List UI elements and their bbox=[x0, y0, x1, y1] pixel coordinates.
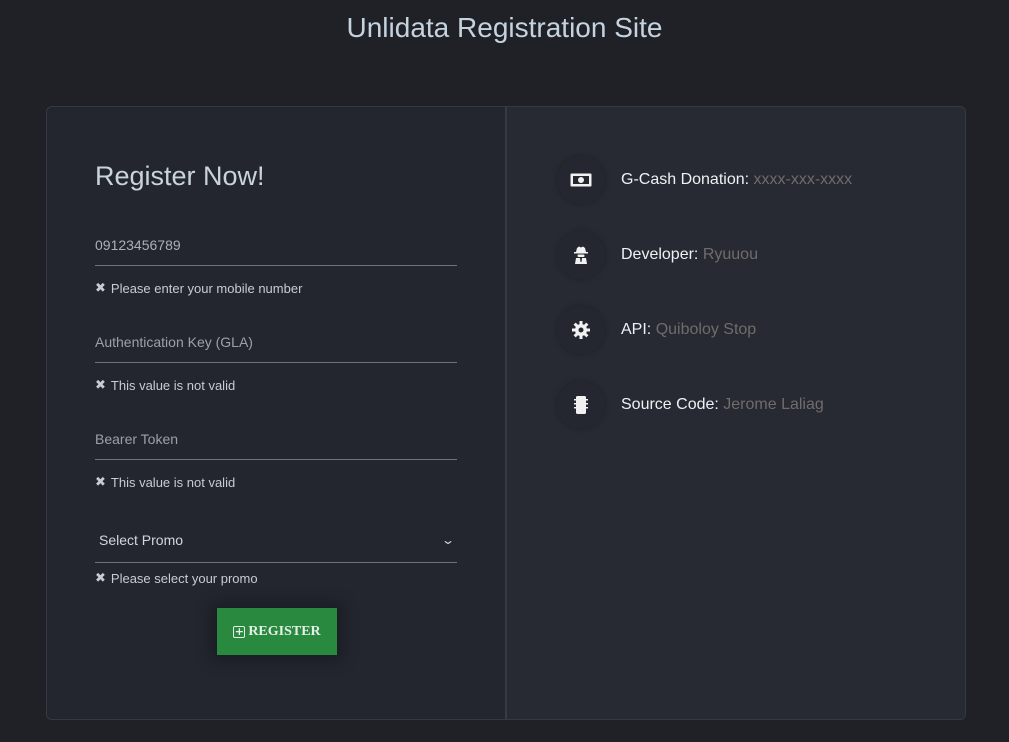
register-button-label: REGISTER bbox=[248, 623, 321, 639]
sd-card-icon bbox=[557, 381, 605, 429]
api-value: Quiboloy Stop bbox=[655, 321, 757, 338]
bearer-error: ✖ This value is not valid bbox=[95, 474, 235, 490]
auth-key-error: ✖ This value is not valid bbox=[95, 377, 235, 393]
bearer-token-input[interactable] bbox=[95, 419, 457, 459]
close-icon: ✖ bbox=[95, 474, 106, 489]
close-icon: ✖ bbox=[95, 377, 106, 392]
registration-card: Register Now! ✖ Please enter your mobile… bbox=[46, 106, 966, 720]
auth-key-field-wrap bbox=[95, 322, 457, 363]
mobile-number-input[interactable] bbox=[95, 225, 457, 265]
source-text: Source Code: Jerome Laliag bbox=[621, 396, 824, 414]
gcash-label: G-Cash Donation: bbox=[621, 171, 754, 188]
source-value[interactable]: Jerome Laliag bbox=[723, 396, 824, 413]
promo-error: ✖ Please select your promo bbox=[95, 570, 258, 586]
developer-row: Developer: Ryuuou bbox=[557, 231, 758, 279]
auth-key-input[interactable] bbox=[95, 322, 457, 362]
bearer-field-wrap bbox=[95, 419, 457, 460]
money-bill-icon bbox=[557, 156, 605, 204]
gear-icon bbox=[557, 306, 605, 354]
mobile-error: ✖ Please enter your mobile number bbox=[95, 280, 302, 296]
api-row: API: Quiboloy Stop bbox=[557, 306, 756, 354]
promo-select[interactable]: Select Promo ⌄ bbox=[95, 517, 457, 563]
registration-form: Register Now! ✖ Please enter your mobile… bbox=[47, 107, 507, 719]
source-row: Source Code: Jerome Laliag bbox=[557, 381, 824, 429]
mobile-field-wrap bbox=[95, 225, 457, 266]
form-heading: Register Now! bbox=[95, 161, 265, 191]
promo-select-value: Select Promo bbox=[99, 531, 184, 548]
gcash-text: G-Cash Donation: xxxx-xxx-xxxx bbox=[621, 171, 852, 189]
mobile-error-text: Please enter your mobile number bbox=[110, 280, 303, 296]
api-text: API: Quiboloy Stop bbox=[621, 321, 756, 339]
developer-value: Ryuuou bbox=[702, 246, 758, 263]
bearer-error-text: This value is not valid bbox=[110, 474, 236, 490]
register-button[interactable]: + REGISTER bbox=[217, 608, 337, 655]
user-secret-icon bbox=[557, 231, 605, 279]
developer-text: Developer: Ryuuou bbox=[621, 246, 758, 264]
gcash-row: G-Cash Donation: xxxx-xxx-xxxx bbox=[557, 156, 852, 204]
api-label: API: bbox=[621, 321, 656, 338]
source-label: Source Code: bbox=[621, 396, 724, 413]
info-panel: G-Cash Donation: xxxx-xxx-xxxx Developer… bbox=[507, 107, 965, 719]
plus-square-icon: + bbox=[233, 625, 246, 638]
close-icon: ✖ bbox=[95, 570, 106, 585]
close-icon: ✖ bbox=[95, 280, 106, 295]
chevron-down-icon: ⌄ bbox=[440, 532, 456, 547]
auth-key-error-text: This value is not valid bbox=[110, 377, 236, 393]
promo-error-text: Please select your promo bbox=[110, 570, 258, 586]
page-title: Unlidata Registration Site bbox=[346, 12, 663, 43]
developer-label: Developer: bbox=[621, 246, 703, 263]
gcash-value: xxxx-xxx-xxxx bbox=[753, 171, 853, 188]
